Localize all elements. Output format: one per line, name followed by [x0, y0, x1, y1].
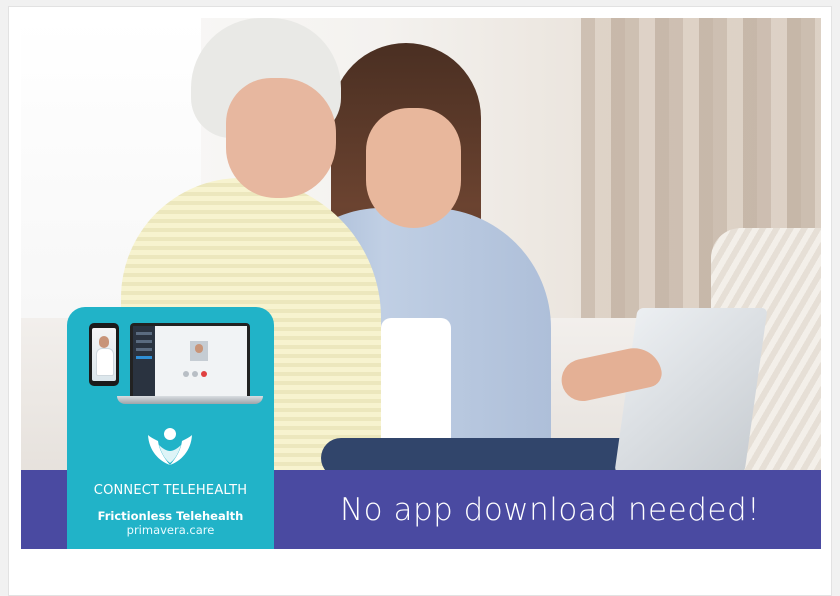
young-woman-top [381, 318, 451, 448]
doctor-coat [96, 348, 114, 376]
card-url: primavera.care [126, 523, 215, 537]
app-hangup-button [201, 371, 207, 377]
app-sidebar-item [136, 340, 152, 343]
primavera-logo-icon [148, 428, 192, 465]
phone-video-call-icon [89, 323, 119, 386]
connect-telehealth-card: CONNECT TELEHEALTH Frictionless Teleheal… [67, 307, 274, 549]
laptop-base [117, 396, 263, 404]
laptop-video-call-icon [130, 323, 250, 396]
app-sidebar-item [136, 332, 152, 335]
app-sidebar [133, 326, 155, 396]
young-woman-face [366, 108, 461, 228]
app-video-face [195, 344, 203, 353]
app-sidebar-item-active [136, 356, 152, 359]
card-title: CONNECT TELEHEALTH [93, 483, 248, 498]
doctor-face [99, 336, 109, 348]
app-call-button [183, 371, 189, 377]
telehealth-banner-image: No app download needed! CONNECT TELEHEAL… [21, 18, 821, 549]
laptop-app-screen [133, 326, 247, 396]
card-subtitle: Frictionless Telehealth [97, 509, 244, 523]
older-woman-face [226, 78, 336, 198]
app-call-button [192, 371, 198, 377]
laptop [614, 308, 768, 473]
app-sidebar-item [136, 348, 152, 351]
tagline-text: No app download needed! [339, 491, 761, 528]
phone-screen [92, 328, 116, 381]
